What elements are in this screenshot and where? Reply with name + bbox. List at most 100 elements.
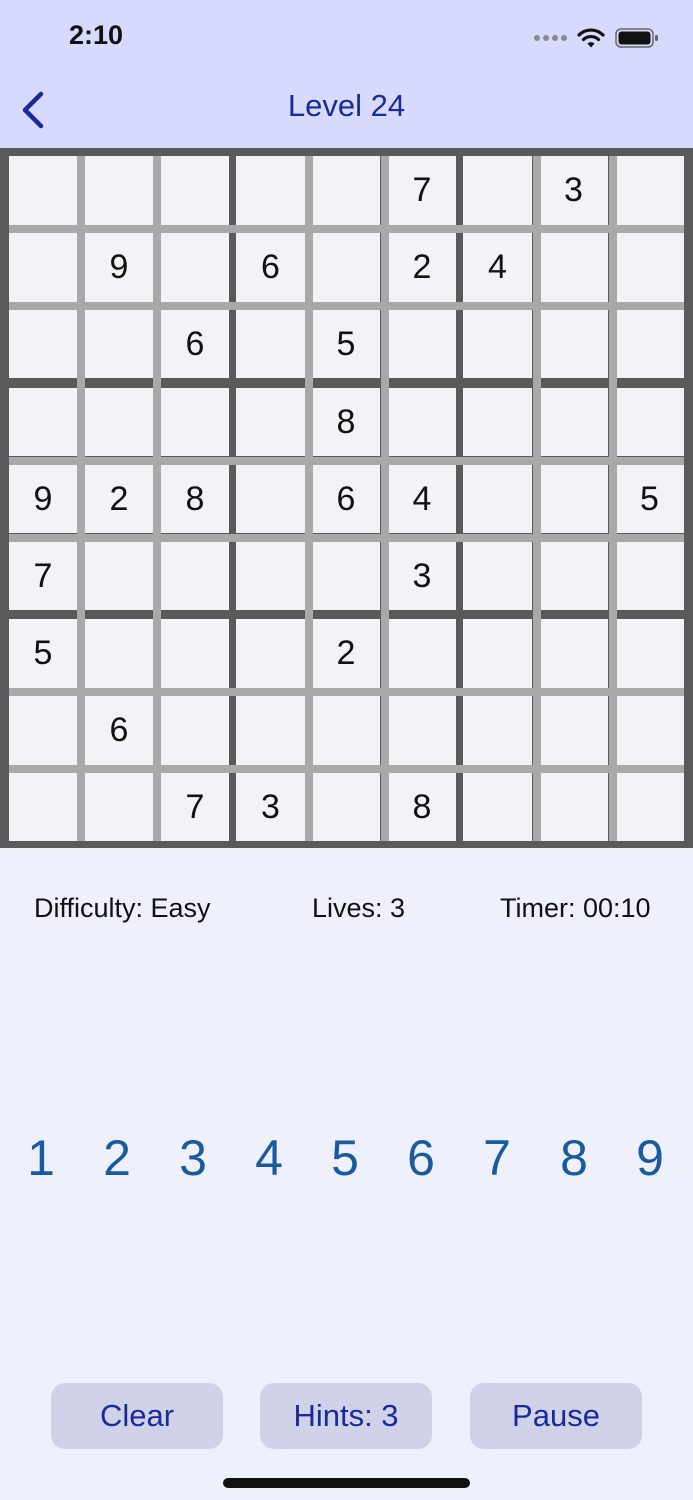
sudoku-cell[interactable] — [85, 773, 153, 841]
number-key-3[interactable]: 3 — [163, 1128, 223, 1188]
number-key-6[interactable]: 6 — [391, 1128, 451, 1188]
sudoku-cell[interactable] — [615, 388, 684, 456]
sudoku-cell[interactable] — [236, 310, 305, 378]
sudoku-cell[interactable]: 2 — [85, 465, 153, 533]
sudoku-cell[interactable] — [161, 696, 229, 765]
sudoku-cell[interactable] — [463, 388, 532, 456]
sudoku-cell[interactable] — [312, 696, 380, 765]
sudoku-cell[interactable] — [463, 156, 532, 225]
sudoku-cell[interactable] — [539, 465, 608, 533]
grid-line — [77, 156, 85, 841]
sudoku-cell[interactable] — [539, 233, 608, 302]
sudoku-cell[interactable] — [85, 310, 153, 378]
number-key-1[interactable]: 1 — [11, 1128, 71, 1188]
sudoku-cell[interactable]: 6 — [312, 465, 380, 533]
number-key-5[interactable]: 5 — [315, 1128, 375, 1188]
sudoku-cell[interactable] — [463, 773, 532, 841]
sudoku-cell[interactable] — [236, 696, 305, 765]
sudoku-cell[interactable] — [388, 619, 456, 688]
sudoku-cell[interactable] — [615, 619, 684, 688]
sudoku-cell[interactable] — [9, 233, 77, 302]
sudoku-cell[interactable] — [9, 388, 77, 456]
sudoku-cell[interactable] — [615, 310, 684, 378]
number-key-4[interactable]: 4 — [239, 1128, 299, 1188]
sudoku-cell[interactable]: 5 — [615, 465, 684, 533]
sudoku-cell[interactable] — [463, 696, 532, 765]
sudoku-cell[interactable]: 6 — [85, 696, 153, 765]
sudoku-cell[interactable]: 3 — [388, 542, 456, 610]
sudoku-cell[interactable]: 5 — [9, 619, 77, 688]
sudoku-cell[interactable] — [236, 156, 305, 225]
grid-line — [9, 302, 684, 310]
difficulty-label: Difficulty: Easy — [34, 893, 211, 923]
sudoku-cell[interactable] — [312, 156, 380, 225]
sudoku-cell[interactable] — [388, 388, 456, 456]
sudoku-cell[interactable] — [539, 388, 608, 456]
sudoku-cell[interactable] — [615, 773, 684, 841]
sudoku-cell[interactable]: 7 — [9, 542, 77, 610]
sudoku-cell[interactable] — [615, 233, 684, 302]
sudoku-cell[interactable]: 8 — [312, 388, 380, 456]
sudoku-cell[interactable] — [85, 619, 153, 688]
sudoku-cell[interactable] — [9, 696, 77, 765]
sudoku-cell[interactable] — [85, 388, 153, 456]
sudoku-cell[interactable]: 9 — [9, 465, 77, 533]
sudoku-cell[interactable] — [388, 310, 456, 378]
sudoku-cell[interactable]: 6 — [161, 310, 229, 378]
sudoku-cell[interactable] — [161, 542, 229, 610]
sudoku-cell[interactable] — [539, 310, 608, 378]
number-key-8[interactable]: 8 — [544, 1128, 604, 1188]
sudoku-cell[interactable] — [312, 542, 380, 610]
sudoku-cell[interactable] — [312, 773, 380, 841]
sudoku-cell[interactable] — [236, 542, 305, 610]
pause-button[interactable]: Pause — [470, 1383, 642, 1449]
grid-line — [533, 156, 541, 841]
sudoku-cell[interactable] — [9, 773, 77, 841]
hints-button[interactable]: Hints: 3 — [260, 1383, 432, 1449]
sudoku-cell[interactable]: 4 — [388, 465, 456, 533]
sudoku-cell[interactable] — [9, 156, 77, 225]
sudoku-cell[interactable] — [161, 619, 229, 688]
sudoku-cell[interactable] — [236, 388, 305, 456]
number-key-9[interactable]: 9 — [620, 1128, 680, 1188]
sudoku-cell[interactable] — [615, 696, 684, 765]
sudoku-cell[interactable]: 7 — [388, 156, 456, 225]
sudoku-cell[interactable]: 4 — [463, 233, 532, 302]
status-icons — [534, 24, 659, 52]
sudoku-cell[interactable] — [463, 465, 532, 533]
clear-button[interactable]: Clear — [51, 1383, 223, 1449]
sudoku-cell[interactable] — [539, 696, 608, 765]
sudoku-cell[interactable]: 7 — [161, 773, 229, 841]
sudoku-cell[interactable] — [236, 465, 305, 533]
sudoku-cell[interactable] — [463, 542, 532, 610]
sudoku-cell[interactable]: 9 — [85, 233, 153, 302]
number-key-2[interactable]: 2 — [87, 1128, 147, 1188]
sudoku-cell[interactable] — [85, 156, 153, 225]
sudoku-cell[interactable] — [161, 156, 229, 225]
sudoku-cell[interactable]: 3 — [236, 773, 305, 841]
sudoku-cell[interactable] — [9, 310, 77, 378]
sudoku-cell[interactable] — [236, 619, 305, 688]
number-key-7[interactable]: 7 — [467, 1128, 527, 1188]
sudoku-cell[interactable] — [161, 233, 229, 302]
sudoku-cell[interactable] — [161, 388, 229, 456]
sudoku-cell[interactable] — [615, 156, 684, 225]
sudoku-cell[interactable]: 8 — [161, 465, 229, 533]
sudoku-cell[interactable] — [85, 542, 153, 610]
sudoku-cell[interactable]: 5 — [312, 310, 380, 378]
sudoku-cell[interactable]: 6 — [236, 233, 305, 302]
sudoku-cell[interactable] — [539, 619, 608, 688]
sudoku-cell[interactable] — [463, 619, 532, 688]
sudoku-cell[interactable] — [388, 696, 456, 765]
sudoku-cell[interactable] — [539, 773, 608, 841]
page-title: Level 24 — [287, 88, 406, 123]
sudoku-cell[interactable] — [312, 233, 380, 302]
sudoku-cell[interactable] — [539, 542, 608, 610]
sudoku-cell[interactable]: 3 — [539, 156, 608, 225]
grid-line — [381, 156, 389, 841]
sudoku-cell[interactable] — [463, 310, 532, 378]
sudoku-cell[interactable] — [615, 542, 684, 610]
sudoku-cell[interactable]: 2 — [312, 619, 380, 688]
sudoku-cell[interactable]: 8 — [388, 773, 456, 841]
sudoku-cell[interactable]: 2 — [388, 233, 456, 302]
